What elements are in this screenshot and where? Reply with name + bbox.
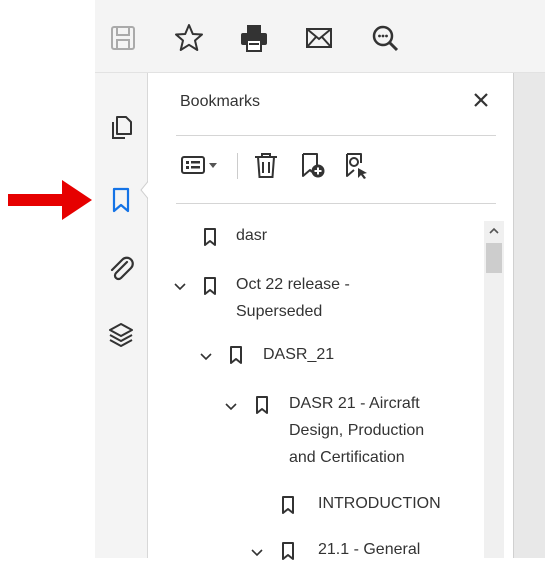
mail-icon[interactable] <box>303 22 335 54</box>
bookmark-item-icon <box>282 542 294 560</box>
bookmark-label-line2: Superseded <box>236 303 323 320</box>
bookmark-item-icon <box>204 277 216 295</box>
chevron-down-icon[interactable] <box>173 280 187 294</box>
toolbar-divider <box>237 153 238 179</box>
top-toolbar <box>95 0 545 73</box>
print-icon[interactable] <box>238 22 270 54</box>
bookmark-label-line1: DASR 21 - Aircraft <box>289 395 420 412</box>
bookmark-label-line3: and Certification <box>289 449 405 466</box>
new-bookmark-icon[interactable] <box>298 151 326 179</box>
bookmark-item-icon <box>282 496 294 514</box>
page-thumbnails-icon[interactable] <box>107 113 135 141</box>
title-divider <box>176 135 496 136</box>
chevron-down-icon[interactable] <box>224 400 238 414</box>
zoom-icon[interactable] <box>369 22 401 54</box>
bookmarks-panel: Bookmarks dasr Oct 22 release - Supersed… <box>148 73 510 560</box>
bookmark-label: 21.1 - General <box>318 541 421 558</box>
close-icon[interactable] <box>468 87 494 113</box>
bookmark-icon[interactable] <box>107 186 135 214</box>
options-icon[interactable] <box>180 151 224 179</box>
navigation-rail <box>95 73 150 558</box>
delete-icon[interactable] <box>252 151 280 179</box>
star-icon[interactable] <box>173 22 205 54</box>
bookmark-label: dasr <box>236 227 268 244</box>
bookmark-label-line2: Design, Production <box>289 422 425 439</box>
bookmark-label: DASR_21 <box>263 346 335 363</box>
bookmark-label: INTRODUCTION <box>318 495 441 512</box>
attachment-icon[interactable] <box>107 254 135 282</box>
annotation-arrow-icon <box>8 180 92 220</box>
chevron-down-icon[interactable] <box>199 350 213 364</box>
layers-icon[interactable] <box>107 321 135 349</box>
bookmark-item-icon <box>230 346 242 364</box>
bookmark-item-icon <box>204 228 216 246</box>
bookmarks-scrollbar[interactable] <box>484 221 504 558</box>
bookmark-label-line1: Oct 22 release - <box>236 276 350 293</box>
find-bookmark-icon[interactable] <box>342 151 370 179</box>
bookmark-item-icon <box>256 396 268 414</box>
scroll-up-icon[interactable] <box>484 221 504 241</box>
document-area <box>513 73 545 558</box>
toolbar-bottom-divider <box>176 203 496 204</box>
scroll-thumb[interactable] <box>486 243 502 273</box>
panel-title: Bookmarks <box>180 93 261 110</box>
save-icon[interactable] <box>107 22 139 54</box>
